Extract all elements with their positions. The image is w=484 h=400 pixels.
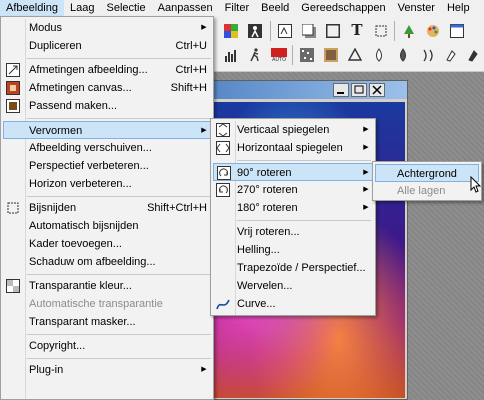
text-icon[interactable]: T [348,21,366,39]
menu-filter[interactable]: Filter [219,0,255,16]
menu-item-90-roteren[interactable]: 90° roteren ▶ [213,163,373,181]
menu-item-helling[interactable]: Helling... [213,241,373,259]
color-swatch-icon[interactable] [222,22,240,40]
menubar: Afbeelding Laag Selectie Aanpassen Filte… [0,0,484,16]
window-icon[interactable] [448,22,466,40]
fit-icon [5,98,21,114]
sharpen-icon[interactable] [322,46,340,64]
menu-item-horizontaal-spiegelen[interactable]: Horizontaal spiegelen ▶ [213,139,373,157]
submenu-arrow-icon: ▶ [201,366,207,373]
submenu-arrow-icon: ▶ [363,169,369,176]
menu-beeld[interactable]: Beeld [255,0,295,16]
run-icon[interactable] [246,46,264,64]
resize-canvas-icon [5,80,21,96]
menu-item-perspectief-verbeteren[interactable]: Perspectief verbeteren... [3,157,211,175]
menu-item-passend-maken[interactable]: Passend maken... [3,97,211,115]
flip-vertical-icon [215,122,231,138]
water-icon[interactable] [418,46,436,64]
menu-aanpassen[interactable]: Aanpassen [152,0,219,16]
submenu-arrow-icon: ▶ [363,144,369,151]
menu-item-afbeelding-verschuiven[interactable]: Afbeelding verschuiven... [3,139,211,157]
heal-icon[interactable] [370,46,388,64]
histogram-icon[interactable] [222,46,240,64]
menu-gereedschappen[interactable]: Gereedschappen [295,0,391,16]
menu-item-afmetingen-afbeelding[interactable]: Afmetingen afbeelding... Ctrl+H [3,61,211,79]
menu-item-afmetingen-canvas[interactable]: Afmetingen canvas... Shift+H [3,79,211,97]
drop-icon[interactable] [394,46,412,64]
rotate-90-icon [216,165,232,181]
menu-help[interactable]: Help [441,0,476,16]
tree-icon[interactable] [400,22,418,40]
minimize-button[interactable] [333,83,349,97]
menu-item-automatisch-bijsnijden[interactable]: Automatisch bijsnijden [3,217,211,235]
smudge-icon[interactable] [442,46,460,64]
menu-item-modus[interactable]: Modus ▶ [3,19,211,37]
rotate-270-icon [215,182,231,198]
menu-item-verticaal-spiegelen[interactable]: Verticaal spiegelen ▶ [213,121,373,139]
crop-icon [5,200,21,216]
menu-item-achtergrond[interactable]: Achtergrond [375,164,479,182]
menu-item-dupliceren[interactable]: Dupliceren Ctrl+U [3,37,211,55]
menu-item-schaduw-om-afbeelding[interactable]: Schaduw om afbeelding... [3,253,211,271]
menu-laag[interactable]: Laag [64,0,100,16]
curve-icon [215,296,231,312]
menu-item-automatische-transparantie[interactable]: Automatische transparantie [3,295,211,313]
auto-icon[interactable]: AUTO [270,46,288,64]
rotate-menu: Achtergrond Alle lagen [372,161,482,201]
menu-item-270-roteren[interactable]: 270° roteren ▶ [213,181,373,199]
flip-horizontal-icon [215,140,231,156]
menu-item-vervormen[interactable]: Vervormen ▶ [3,121,211,139]
blur-icon[interactable] [346,46,364,64]
menu-item-plug-in[interactable]: Plug-in ▶ [3,361,211,379]
submenu-arrow-icon: ▶ [201,24,207,31]
menu-item-alle-lagen[interactable]: Alle lagen [375,182,479,200]
menu-venster[interactable]: Venster [392,0,441,16]
cut-icon[interactable] [372,22,390,40]
menu-afbeelding[interactable]: Afbeelding [0,0,64,16]
menu-item-trapezoide-perspectief[interactable]: Trapezoïde / Perspectief... [213,259,373,277]
submenu-arrow-icon: ▶ [363,186,369,193]
svg-text:AUTO: AUTO [272,57,286,62]
noise-icon[interactable] [298,46,316,64]
figure-icon[interactable] [246,22,264,40]
palette-icon[interactable] [424,22,442,40]
shadow-icon[interactable] [300,22,318,40]
menu-item-kader-toevoegen[interactable]: Kader toevoegen... [3,235,211,253]
submenu-arrow-icon: ▶ [363,204,369,211]
maximize-button[interactable] [351,83,367,97]
transform-menu: Verticaal spiegelen ▶ Horizontaal spiege… [210,118,376,316]
menu-item-180-roteren[interactable]: 180° roteren ▶ [213,199,373,217]
menu-item-bijsnijden[interactable]: Bijsnijden Shift+Ctrl+H [3,199,211,217]
submenu-arrow-icon: ▶ [363,126,369,133]
resize-image-icon [5,62,21,78]
submenu-arrow-icon: ▶ [201,127,207,134]
menu-item-curve[interactable]: Curve... [213,295,373,313]
frame-icon[interactable] [324,22,342,40]
menu-item-copyright[interactable]: Copyright... [3,337,211,355]
menu-selectie[interactable]: Selectie [100,0,151,16]
menu-item-vrij-roteren[interactable]: Vrij roteren... [213,223,373,241]
mouse-cursor-icon [470,175,482,194]
menu-item-transparant-masker[interactable]: Transparant masker... [3,313,211,331]
menu-item-wervelen[interactable]: Wervelen... [213,277,373,295]
contrast-icon[interactable] [276,22,294,40]
menu-item-transparantie-kleur[interactable]: Transparantie kleur... [3,277,211,295]
burn-icon[interactable] [464,46,482,64]
menu-item-horizon-verbeteren[interactable]: Horizon verbeteren... [3,175,211,193]
close-button[interactable] [369,83,385,97]
image-menu: Modus ▶ Dupliceren Ctrl+U Afmetingen afb… [0,16,214,400]
transparency-color-icon [5,278,21,294]
